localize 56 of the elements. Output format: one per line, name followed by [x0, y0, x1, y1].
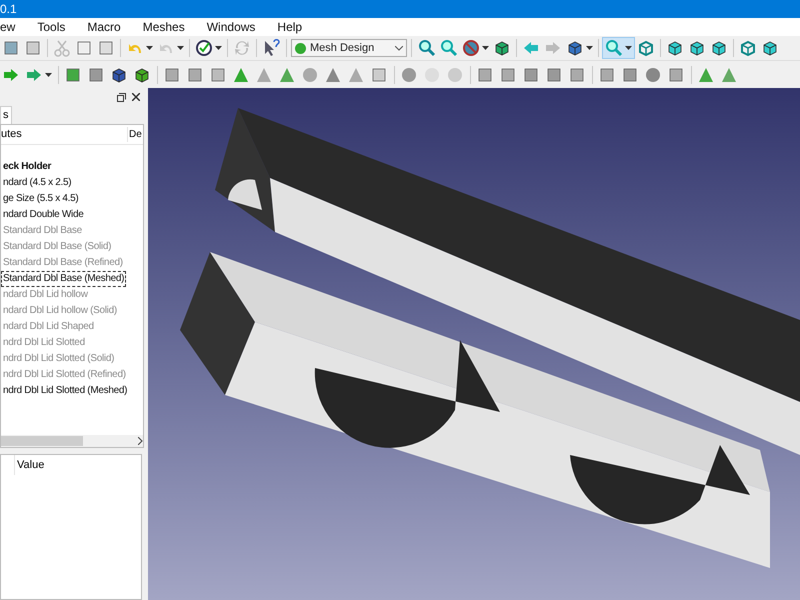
cube-icon[interactable] [566, 39, 584, 57]
wire-cube-icon[interactable] [739, 39, 757, 57]
window-title: 0.1 [0, 1, 17, 18]
close-icon[interactable] [132, 93, 140, 101]
fit-all-icon[interactable] [418, 39, 436, 57]
triangle-icon[interactable] [232, 66, 250, 84]
square-icon[interactable] [370, 66, 388, 84]
column-header[interactable]: Value [15, 456, 44, 474]
caret-icon[interactable] [45, 72, 52, 76]
tree-item[interactable]: ndrd Dbl Lid Slotted (Meshed) [1, 383, 130, 399]
cube-icon[interactable] [666, 39, 684, 57]
cube-icon[interactable] [493, 39, 511, 57]
caret-icon[interactable] [215, 46, 222, 50]
help-cursor-icon[interactable] [262, 39, 280, 57]
column-header[interactable]: De [127, 127, 143, 142]
tree-item[interactable]: ndard (4.5 x 2.5) [1, 175, 74, 191]
menu-item[interactable]: Help [277, 18, 302, 36]
triangle-icon[interactable] [278, 66, 296, 84]
menu-item[interactable]: ew [0, 18, 16, 36]
tree-item[interactable]: ndard Double Wide [1, 207, 86, 223]
column-header[interactable]: utes [1, 126, 127, 143]
sphere-icon[interactable] [644, 66, 662, 84]
menu-item[interactable]: Macro [87, 18, 121, 36]
triangle-icon[interactable] [324, 66, 342, 84]
square-icon[interactable] [209, 66, 227, 84]
panel-tab[interactable]: s [0, 106, 12, 124]
cube-icon[interactable] [761, 39, 779, 57]
menu-item[interactable]: Meshes [142, 18, 185, 36]
tree-item[interactable]: Standard Dbl Base (Meshed) [1, 271, 126, 287]
tree-item[interactable]: eck Holder [1, 159, 54, 175]
caret-icon[interactable] [177, 46, 184, 50]
sphere-icon[interactable] [400, 66, 418, 84]
caret-icon[interactable] [586, 46, 593, 50]
tree-item[interactable]: ge Size (5.5 x 4.5) [1, 191, 80, 207]
restore-icon[interactable] [117, 92, 126, 102]
cube-icon[interactable] [133, 66, 151, 84]
toggle-button[interactable] [602, 37, 635, 59]
zoom-icon[interactable] [440, 39, 458, 57]
menu-item[interactable]: Windows [206, 18, 256, 36]
scrollbar[interactable] [1, 435, 143, 447]
caret-icon[interactable] [482, 46, 489, 50]
menu-item[interactable]: Tools [37, 18, 66, 36]
chevron-down-icon [395, 46, 403, 50]
cube-icon[interactable] [110, 66, 128, 84]
cube-icon[interactable] [710, 39, 728, 57]
no-sign-icon[interactable] [462, 39, 480, 57]
triangle-icon[interactable] [720, 66, 738, 84]
triangle-icon[interactable] [697, 66, 715, 84]
caret-icon[interactable] [146, 46, 153, 50]
wire-cube-icon[interactable] [637, 39, 655, 57]
workbench-dropdown[interactable]: Mesh Design [291, 39, 407, 57]
caret-icon[interactable] [625, 46, 632, 50]
check-icon[interactable] [195, 39, 213, 57]
sphere-icon [295, 42, 306, 54]
cube-icon[interactable] [688, 39, 706, 57]
chevron-right-icon[interactable] [138, 437, 143, 445]
